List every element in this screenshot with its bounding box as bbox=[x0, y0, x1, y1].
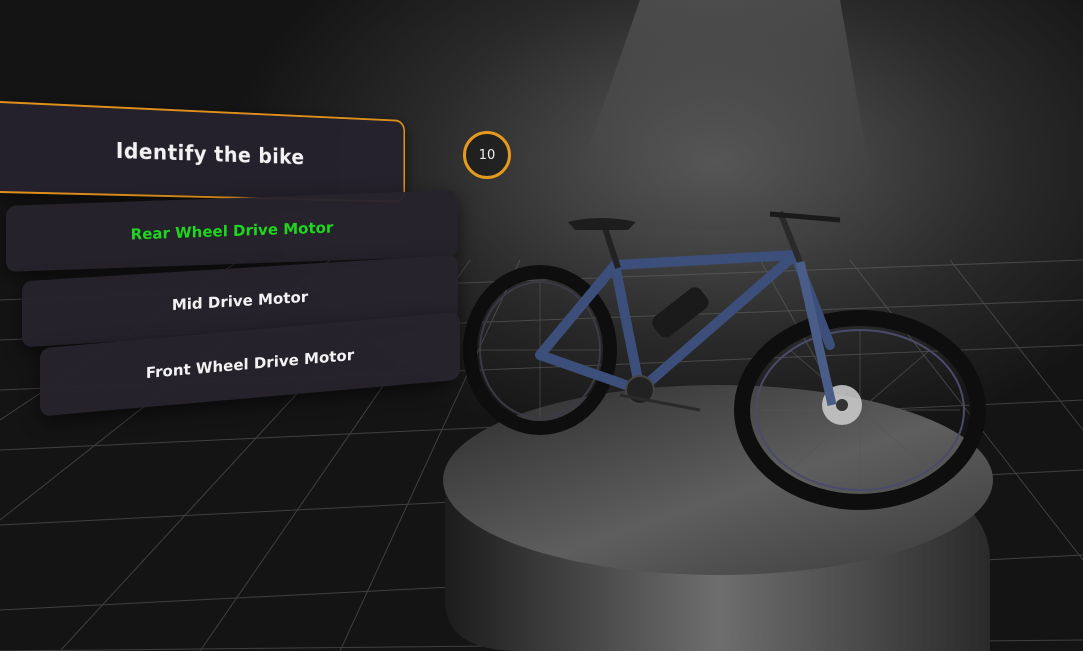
question-text: Identify the bike bbox=[115, 138, 305, 170]
option-label: Front Wheel Drive Motor bbox=[145, 345, 355, 383]
question-panel: Identify the bike bbox=[0, 101, 406, 203]
option-label: Mid Drive Motor bbox=[171, 287, 309, 315]
option-label: Rear Wheel Drive Motor bbox=[130, 218, 334, 244]
countdown-timer: 10 bbox=[463, 131, 511, 179]
timer-value: 10 bbox=[478, 147, 496, 163]
